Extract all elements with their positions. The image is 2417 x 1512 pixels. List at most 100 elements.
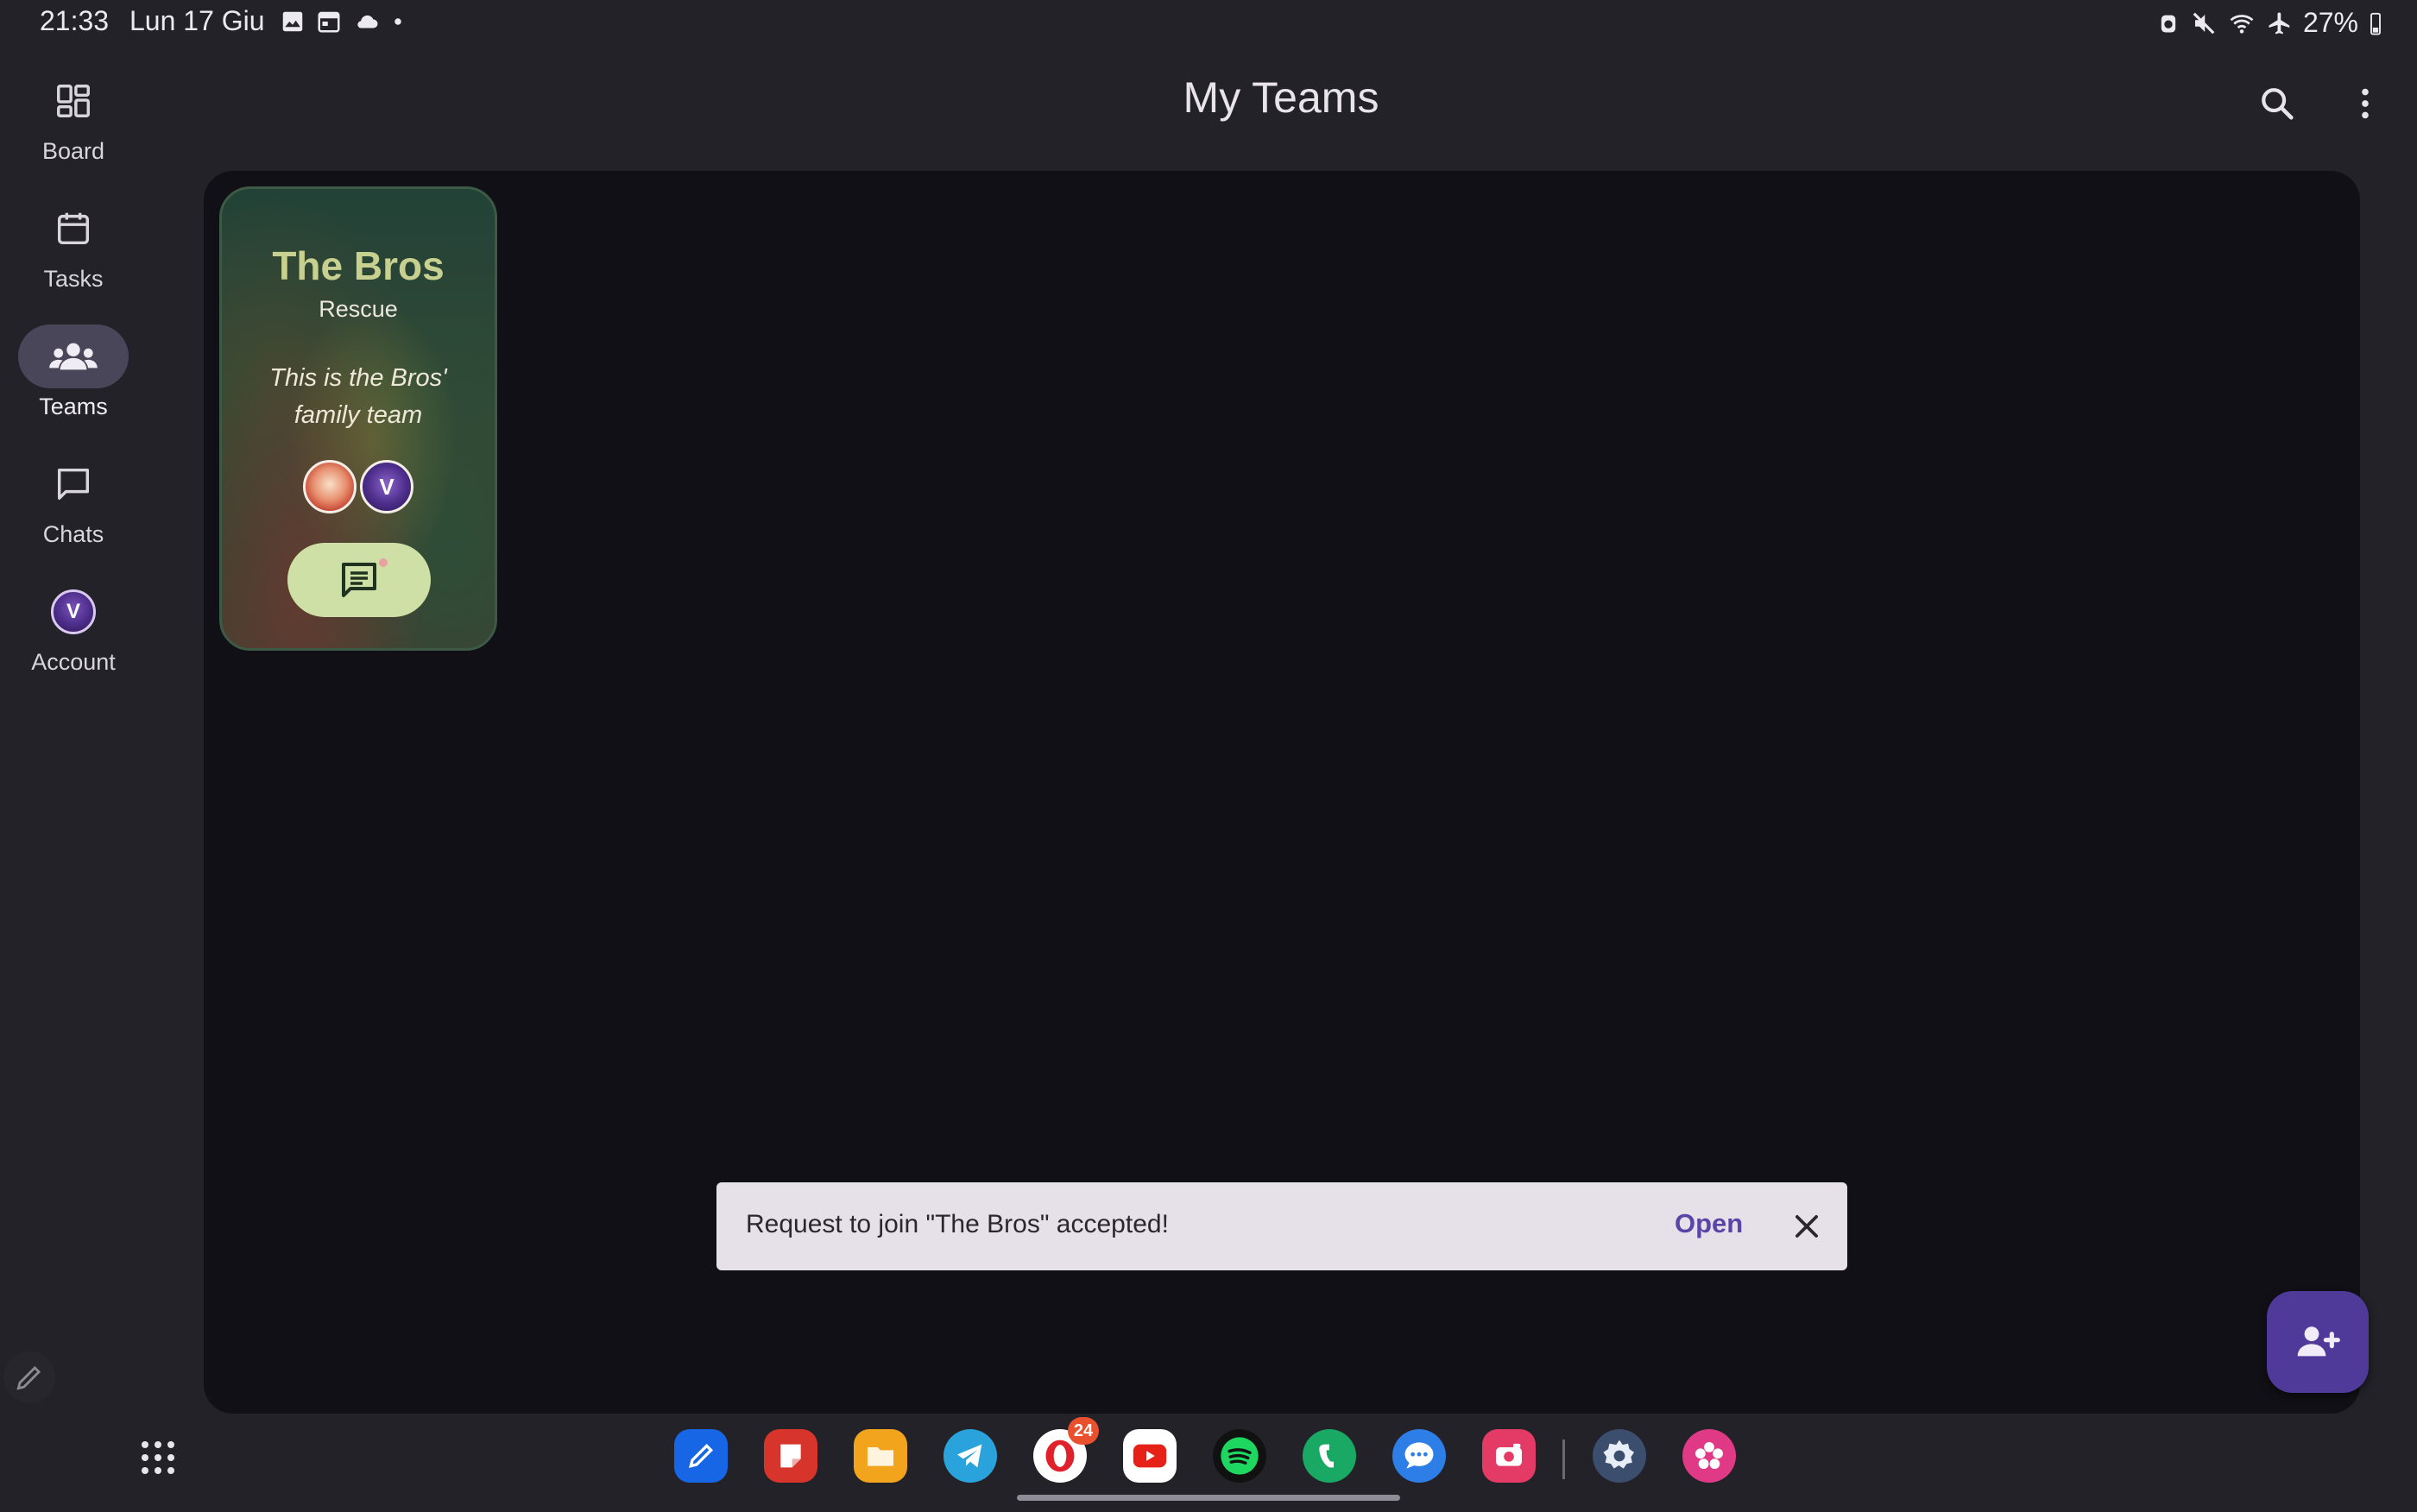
team-name: The Bros — [272, 243, 445, 288]
gear-icon — [1603, 1440, 1635, 1469]
flower-icon — [1695, 1442, 1723, 1470]
folder-icon — [868, 1447, 893, 1466]
gesture-handle[interactable] — [1017, 1495, 1400, 1501]
nav-item-board[interactable]: Board — [0, 69, 147, 165]
team-members: V — [222, 460, 495, 513]
spotify-app[interactable] — [1213, 1429, 1266, 1483]
calendar-icon — [57, 212, 90, 245]
snackbar-open-button[interactable]: Open — [1675, 1208, 1743, 1239]
nav-item-account[interactable]: V Account — [0, 580, 147, 676]
notes-app[interactable] — [764, 1429, 817, 1483]
bixby-app[interactable] — [1682, 1429, 1736, 1483]
nav-label-account: Account — [31, 649, 116, 675]
opera-icon — [1045, 1440, 1075, 1472]
status-right-icons: 27% — [2156, 7, 2382, 39]
status-time: 21:33 — [40, 5, 110, 36]
phone-app[interactable] — [1303, 1429, 1356, 1483]
snackbar-close-button[interactable] — [1785, 1205, 1828, 1248]
nav-item-chats[interactable]: Chats — [0, 452, 147, 548]
wifi-icon — [2230, 14, 2254, 34]
spotify-icon — [1221, 1437, 1259, 1475]
add-member-fab[interactable] — [2267, 1291, 2369, 1393]
all-apps-button[interactable] — [138, 1438, 178, 1477]
telegram-icon — [957, 1444, 982, 1468]
gallery-icon — [282, 11, 303, 32]
youtube-icon — [1133, 1444, 1167, 1468]
airplane-icon — [2269, 12, 2290, 34]
cloud-icon — [357, 15, 378, 28]
team-chat-button[interactable] — [287, 543, 431, 617]
phone-icon — [1319, 1444, 1334, 1468]
more-vert-icon — [2362, 88, 2369, 119]
team-card-content: The Bros Rescue This is the Bros' family… — [222, 189, 495, 648]
alarm-icon — [2161, 15, 2176, 32]
grid-dot-icon — [155, 1441, 161, 1448]
settings-app[interactable] — [1593, 1429, 1646, 1483]
nav-label-teams: Teams — [39, 394, 108, 419]
dot-icon — [394, 18, 401, 25]
search-button[interactable] — [2250, 76, 2305, 131]
nav-label-chats: Chats — [42, 521, 104, 547]
nav-icon-container — [18, 324, 129, 388]
person-add-icon — [2297, 1326, 2340, 1357]
account-avatar: V — [51, 589, 96, 634]
team-description: This is the Bros' family team — [269, 364, 447, 429]
pen-app[interactable] — [674, 1429, 728, 1483]
dashboard-icon — [57, 85, 90, 117]
member-avatar: V — [360, 460, 413, 513]
messages-app[interactable] — [1392, 1429, 1446, 1483]
battery-level: 27% — [2302, 7, 2358, 38]
message-bubble-icon — [1404, 1442, 1434, 1469]
snackbar: Request to join "The Bros" accepted! Ope… — [716, 1182, 1847, 1270]
nav-icon-container — [18, 452, 129, 516]
grid-dot-icon — [155, 1454, 161, 1461]
chat-icon — [342, 563, 376, 597]
pen-icon — [689, 1443, 714, 1468]
status-left-icons — [280, 9, 404, 35]
grid-dot-icon — [167, 1467, 174, 1474]
notes-icon — [780, 1444, 801, 1468]
youtube-app[interactable] — [1123, 1429, 1177, 1483]
mute-icon — [2193, 12, 2215, 34]
status-date: Lun 17 Giu — [129, 5, 265, 36]
nav-label-tasks: Tasks — [43, 266, 104, 292]
taskbar: 24 — [0, 1417, 2417, 1512]
nav-icon-container — [18, 69, 129, 133]
calendar-icon — [318, 11, 340, 33]
files-app[interactable] — [854, 1429, 907, 1483]
nav-icon-container: V — [18, 580, 129, 644]
screen-recorder-app[interactable] — [1482, 1429, 1536, 1483]
team-card[interactable]: The Bros Rescue This is the Bros' family… — [219, 186, 497, 651]
nav-label-board: Board — [41, 138, 105, 164]
member-avatar — [303, 460, 357, 513]
nav-icon-container — [18, 197, 129, 261]
snackbar-message: Request to join "The Bros" accepted! — [746, 1210, 1169, 1238]
groups-icon — [49, 343, 98, 370]
unread-dot — [379, 558, 388, 567]
status-bar: 21:33 Lun 17 Giu 27% — [0, 0, 2417, 45]
battery-icon — [2370, 12, 2381, 35]
search-icon — [2262, 88, 2294, 120]
more-options-button[interactable] — [2338, 76, 2393, 131]
edit-handle[interactable] — [3, 1351, 55, 1403]
page-title: My Teams — [1183, 73, 1379, 122]
chat-bubble-icon — [57, 468, 90, 501]
team-category: Rescue — [319, 296, 398, 322]
app-window: 21:33 Lun 17 Giu 27% My Teams Board Task… — [0, 0, 2417, 1512]
grid-dot-icon — [142, 1454, 148, 1461]
dock-separator — [1562, 1440, 1565, 1479]
telegram-app[interactable] — [943, 1429, 997, 1483]
pencil-icon — [16, 1365, 41, 1390]
nav-item-tasks[interactable]: Tasks — [0, 197, 147, 293]
notification-badge: 24 — [1068, 1417, 1099, 1445]
opera-app[interactable]: 24 — [1033, 1417, 1099, 1483]
top-app-bar: My Teams — [204, 72, 2358, 123]
grid-dot-icon — [167, 1441, 174, 1448]
grid-dot-icon — [142, 1441, 148, 1448]
grid-dot-icon — [167, 1454, 174, 1461]
close-icon — [1795, 1215, 1818, 1238]
grid-dot-icon — [142, 1467, 148, 1474]
camera-icon — [1496, 1443, 1522, 1466]
grid-dot-icon — [155, 1467, 161, 1474]
nav-item-teams[interactable]: Teams — [0, 324, 147, 420]
